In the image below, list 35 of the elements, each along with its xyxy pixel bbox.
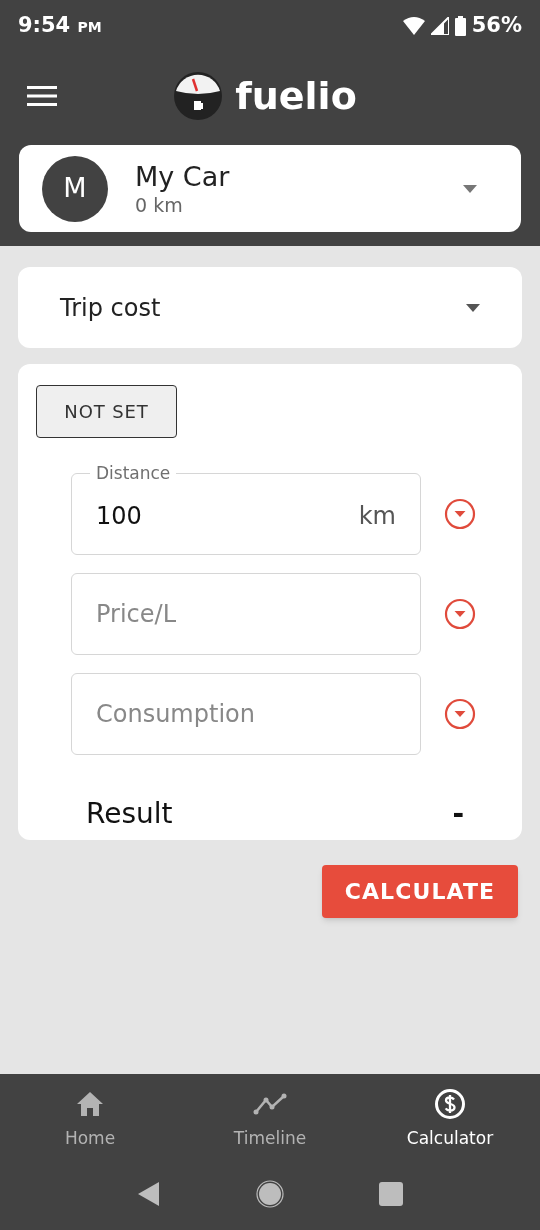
field-label: Distance: [95, 463, 172, 483]
distance-field[interactable]: Distance 100 km: [71, 463, 421, 555]
calculator-type-dropdown[interactable]: Trip cost: [18, 267, 522, 348]
field-value: 100: [96, 500, 143, 532]
dropdown-circle-icon[interactable]: [444, 498, 476, 530]
back-icon[interactable]: [137, 1180, 161, 1207]
dropdown-circle-icon[interactable]: [444, 698, 476, 730]
status-time: 9:54 PM: [18, 12, 102, 40]
vehicle-odometer: 0 km: [135, 192, 184, 217]
dropdown-circle-icon[interactable]: [444, 598, 476, 630]
battery-percent: 56%: [471, 12, 522, 40]
input-field[interactable]: Consumption: [71, 673, 421, 755]
wifi-icon: [402, 17, 425, 35]
battery-icon: [454, 16, 466, 36]
vehicle-avatar: M: [42, 155, 108, 222]
not-set-button[interactable]: NOT SET: [36, 385, 177, 438]
fuel-gauge-logo-icon: [173, 71, 224, 121]
app-title: fuelio: [235, 77, 357, 115]
home-circle-icon[interactable]: [256, 1179, 284, 1208]
vehicle-name: My Car: [135, 160, 231, 193]
menu-icon[interactable]: [27, 85, 57, 107]
signal-icon: [430, 17, 449, 35]
vehicle-selector[interactable]: M My Car 0 km: [19, 145, 521, 232]
unit-label: km: [358, 500, 396, 532]
caret-icon: [463, 184, 477, 193]
recents-icon[interactable]: [379, 1181, 403, 1206]
nav-tab[interactable]: Calculator: [360, 1087, 540, 1152]
caret-icon: [466, 303, 480, 312]
input-field[interactable]: Price/L: [71, 573, 421, 655]
nav-tab[interactable]: Home: [0, 1087, 180, 1152]
nav-tab[interactable]: Timeline: [180, 1087, 360, 1152]
calculate-button[interactable]: CALCULATE: [322, 865, 518, 918]
result-value: -: [452, 796, 464, 832]
result-label: Result: [86, 796, 173, 832]
dollar-circle-icon: [434, 1087, 466, 1120]
